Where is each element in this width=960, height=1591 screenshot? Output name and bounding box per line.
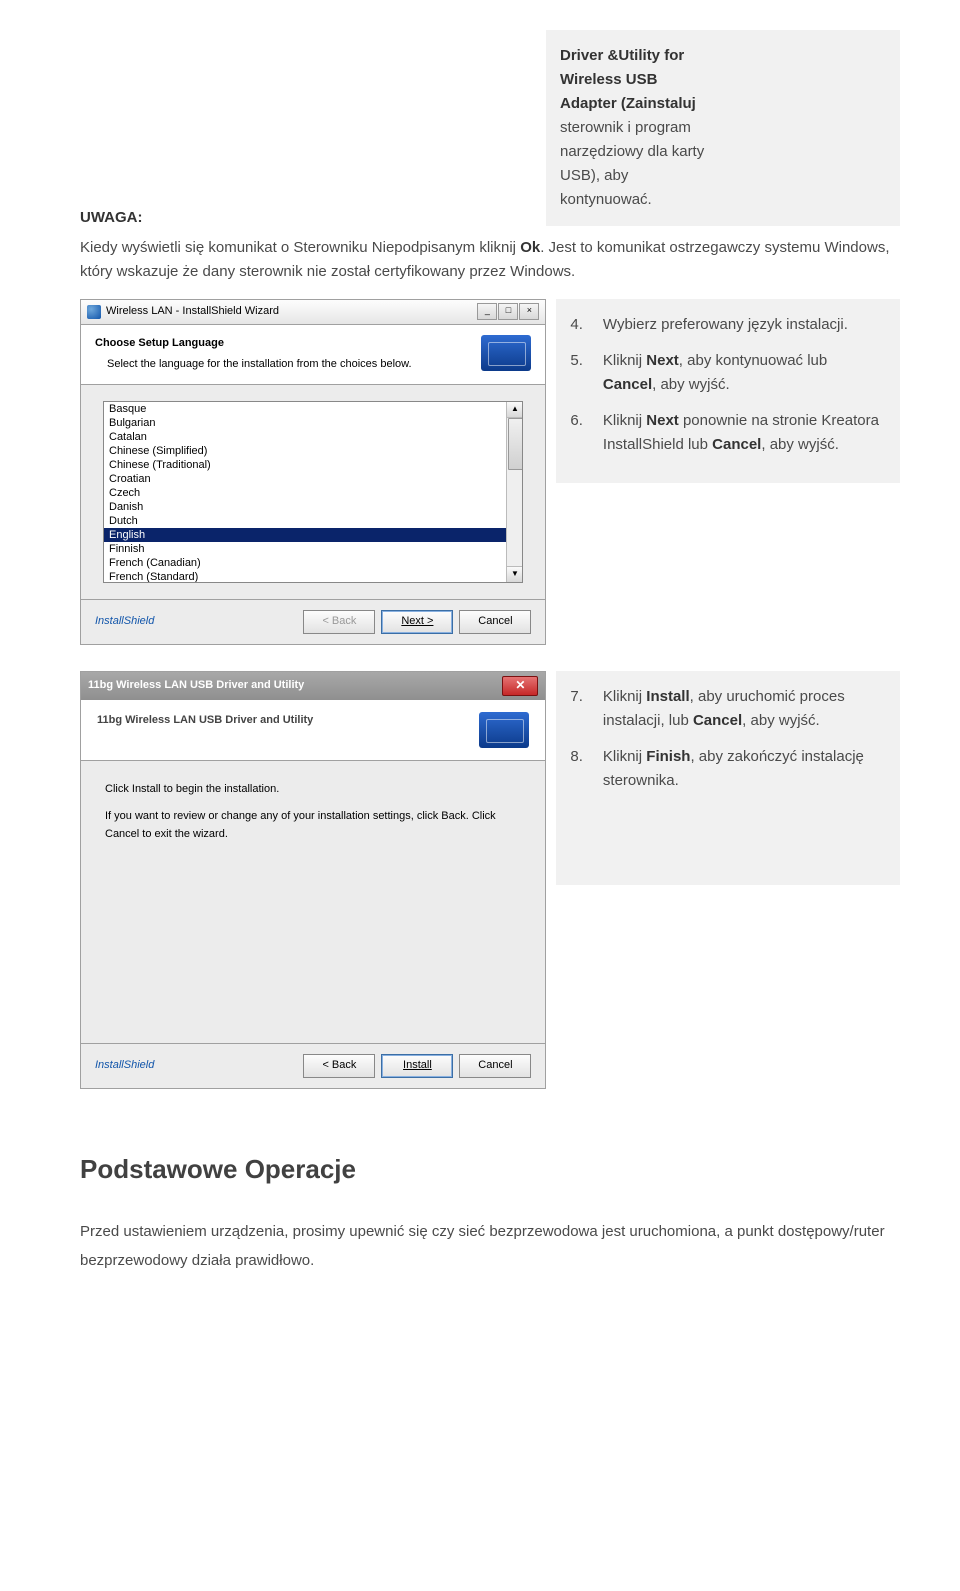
wizard2-badge-icon — [479, 712, 529, 748]
step-5-text: Kliknij Next, aby kontynuować lub Cancel… — [603, 349, 880, 397]
brand-label-2: InstallShield — [95, 1057, 154, 1075]
install-button[interactable]: Install — [381, 1054, 453, 1078]
maximize-button[interactable]: □ — [498, 303, 518, 320]
language-option[interactable]: French (Standard) — [104, 570, 522, 583]
window-titlebar: Wireless LAN - InstallShield Wizard _ □ … — [81, 300, 545, 325]
step-8-number: 8. — [570, 745, 583, 793]
step-7-number: 7. — [570, 685, 583, 733]
language-option[interactable]: Bulgarian — [104, 416, 522, 430]
window-title: Wireless LAN - InstallShield Wizard — [106, 303, 279, 321]
step-5-p4: , aby wyjść. — [652, 376, 730, 393]
step-6-p1: Next — [646, 412, 679, 429]
bottom-paragraph: Przed ustawieniem urządzenia, prosimy up… — [80, 1218, 900, 1275]
step-7-p1: Install — [646, 688, 689, 705]
language-option[interactable]: Dutch — [104, 514, 522, 528]
step-6-p3: Cancel — [712, 436, 761, 453]
step-7-p0: Kliknij — [603, 688, 646, 705]
warn-ok: Ok — [520, 239, 540, 256]
step-6-text: Kliknij Next ponownie na stronie Kreator… — [603, 409, 880, 457]
install-wizard-language: Wireless LAN - InstallShield Wizard _ □ … — [80, 299, 546, 645]
window-title-2: 11bg Wireless LAN USB Driver and Utility — [88, 677, 304, 695]
close-button[interactable]: × — [519, 303, 539, 320]
scrollbar[interactable]: ▲ ▼ — [506, 402, 522, 582]
wizard-badge-icon — [481, 335, 531, 371]
step-7-text: Kliknij Install, aby uruchomić proces in… — [603, 685, 880, 733]
basic-operations-heading: Podstawowe Operacje — [80, 1149, 900, 1191]
instruction-block-456: 4. Wybierz preferowany język instalacji.… — [556, 299, 900, 483]
close-button-2[interactable]: ✕ — [502, 676, 538, 696]
step-6-p4: , aby wyjść. — [761, 436, 839, 453]
uwaga-label: UWAGA: — [80, 206, 536, 230]
language-option[interactable]: English — [104, 528, 522, 542]
step-5-p3: Cancel — [603, 376, 652, 393]
step-5-p2: , aby kontynuować lub — [679, 352, 827, 369]
step-8-p0: Kliknij — [603, 748, 646, 765]
warning-paragraph: Kiedy wyświetli się komunikat o Sterowni… — [80, 236, 900, 284]
cancel-button[interactable]: Cancel — [459, 610, 531, 634]
scroll-down-icon[interactable]: ▼ — [507, 566, 522, 582]
step-4-number: 4. — [570, 313, 583, 337]
driver-line-5: USB), aby — [560, 167, 628, 184]
scroll-thumb[interactable] — [508, 418, 523, 470]
step-5-number: 5. — [570, 349, 583, 397]
language-listbox[interactable]: BasqueBulgarianCatalanChinese (Simplifie… — [103, 401, 523, 583]
instruction-block-top: Driver &Utility for Wireless USB Adapter… — [546, 30, 900, 226]
language-option[interactable]: Chinese (Simplified) — [104, 444, 522, 458]
language-option[interactable]: Czech — [104, 486, 522, 500]
step-7-p3: Cancel — [693, 712, 742, 729]
back-button-2[interactable]: < Back — [303, 1054, 375, 1078]
window-titlebar-2: 11bg Wireless LAN USB Driver and Utility… — [81, 672, 545, 700]
step-7-p4: , aby wyjść. — [742, 712, 820, 729]
scroll-up-icon[interactable]: ▲ — [507, 402, 522, 418]
language-option[interactable]: Catalan — [104, 430, 522, 444]
wizard-header-title: Choose Setup Language — [95, 335, 471, 353]
back-button[interactable]: < Back — [303, 610, 375, 634]
step-5-p0: Kliknij — [603, 352, 646, 369]
wizard2-body-line2: If you want to review or change any of y… — [105, 808, 521, 843]
language-option[interactable]: French (Canadian) — [104, 556, 522, 570]
driver-line-4: narzędziowy dla karty — [560, 143, 704, 160]
minimize-button[interactable]: _ — [477, 303, 497, 320]
language-option[interactable]: Chinese (Traditional) — [104, 458, 522, 472]
driver-line-3: sterownik i program — [560, 119, 691, 136]
warn-prefix: Kiedy wyświetli się komunikat o Sterowni… — [80, 239, 520, 256]
cancel-button-2[interactable]: Cancel — [459, 1054, 531, 1078]
step-6-p0: Kliknij — [603, 412, 646, 429]
step-8-text: Kliknij Finish, aby zakończyć instalację… — [603, 745, 880, 793]
brand-label: InstallShield — [95, 613, 154, 631]
language-option[interactable]: Danish — [104, 500, 522, 514]
language-option[interactable]: Basque — [104, 402, 522, 416]
step-8-p1: Finish — [646, 748, 690, 765]
step-4-text: Wybierz preferowany język instalacji. — [603, 313, 880, 337]
instruction-block-78: 7. Kliknij Install, aby uruchomić proces… — [556, 671, 900, 885]
step-6-number: 6. — [570, 409, 583, 457]
language-option[interactable]: Croatian — [104, 472, 522, 486]
install-wizard-install: 11bg Wireless LAN USB Driver and Utility… — [80, 671, 546, 1089]
driver-line-2: Adapter (Zainstaluj — [560, 95, 696, 112]
driver-line-1: Wireless USB — [560, 71, 657, 88]
wizard2-header-title: 11bg Wireless LAN USB Driver and Utility — [97, 712, 313, 730]
driver-line-6: kontynuować. — [560, 191, 652, 208]
next-button[interactable]: Next > — [381, 610, 453, 634]
wizard2-body-line1: Click Install to begin the installation. — [105, 781, 521, 799]
driver-line-0: Driver &Utility for — [560, 47, 684, 64]
app-icon — [87, 305, 101, 319]
step-5-p1: Next — [646, 352, 679, 369]
language-option[interactable]: Finnish — [104, 542, 522, 556]
wizard-header-subtitle: Select the language for the installation… — [95, 356, 471, 374]
